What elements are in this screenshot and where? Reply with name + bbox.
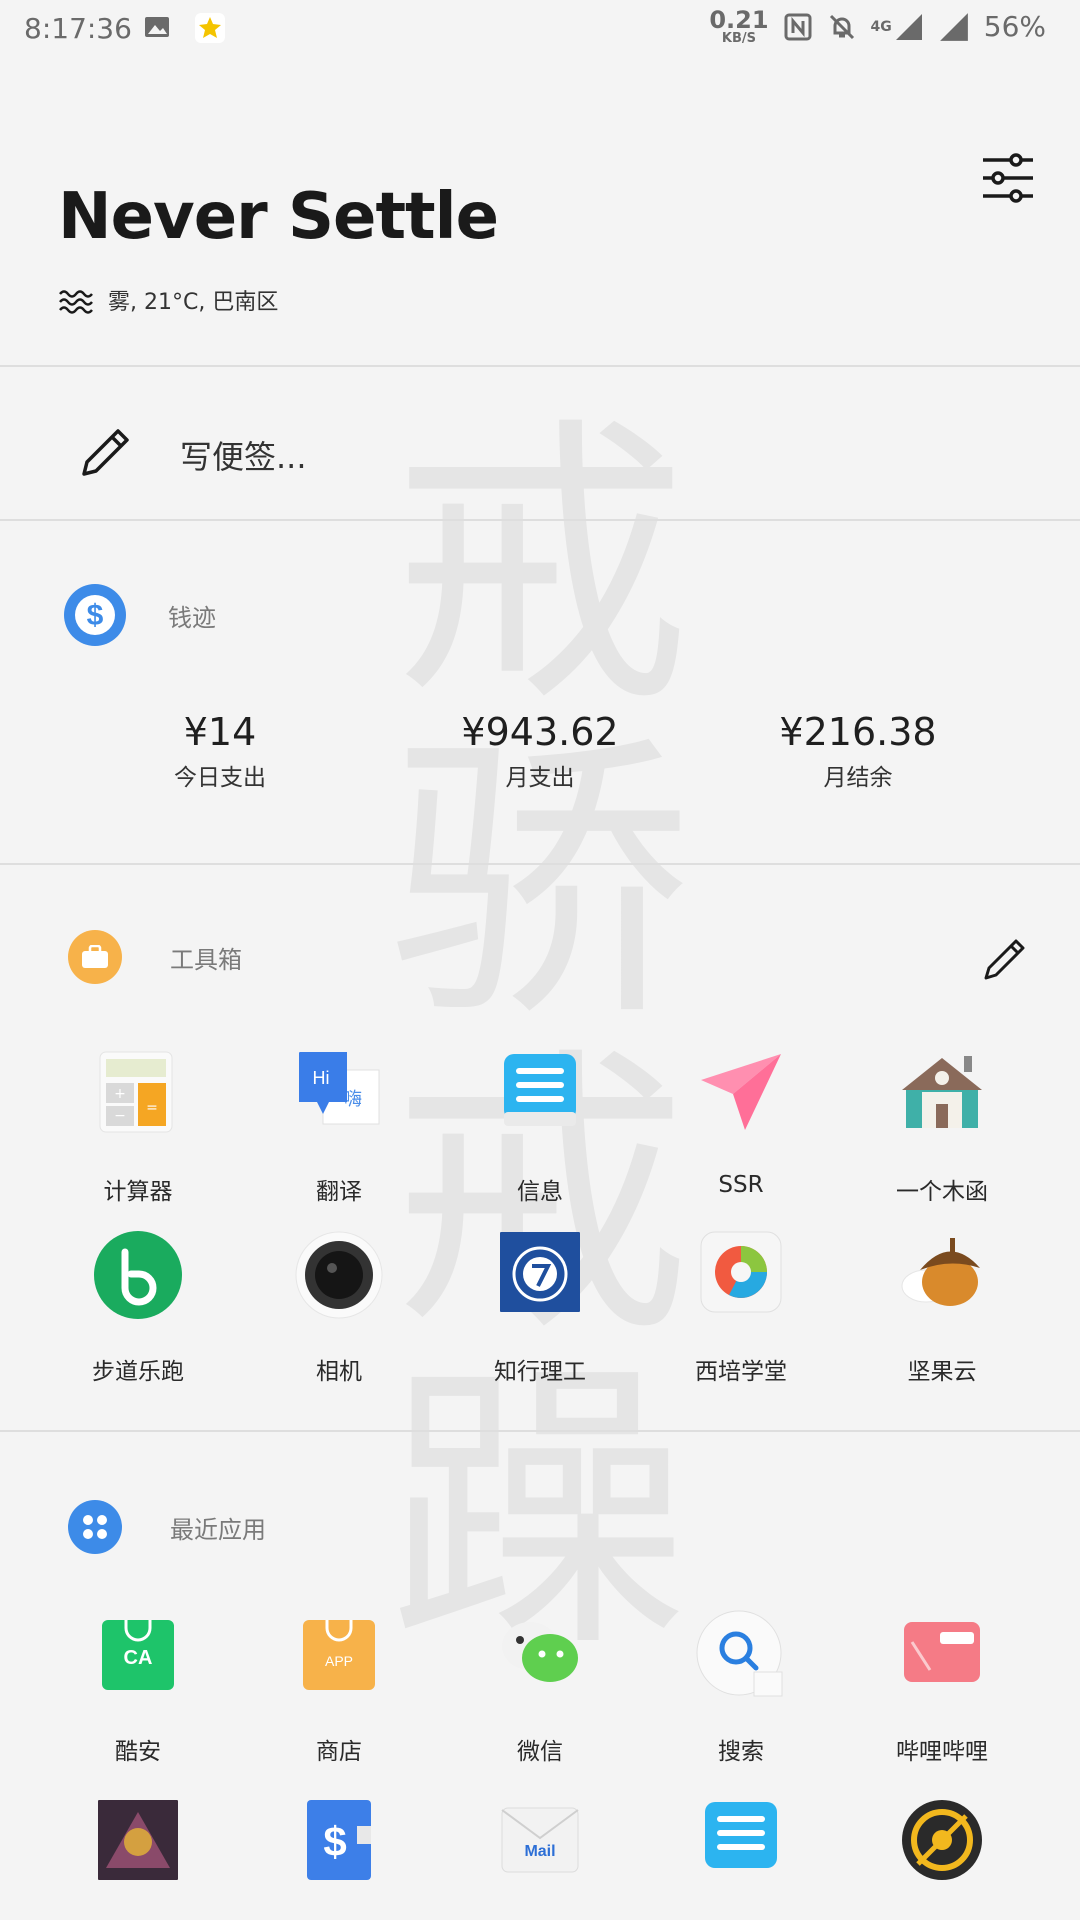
pencil-icon bbox=[82, 429, 129, 476]
university-icon bbox=[500, 1232, 580, 1312]
toolbox-title: 工具箱 bbox=[170, 945, 242, 974]
app-messages-2[interactable] bbox=[641, 1798, 841, 1886]
app-wechat[interactable]: 微信 bbox=[440, 1610, 640, 1766]
note-widget[interactable]: 写便签... bbox=[0, 380, 1080, 520]
app-game[interactable] bbox=[38, 1798, 238, 1886]
run-icon bbox=[94, 1231, 182, 1319]
page-title: Never Settle bbox=[58, 180, 499, 254]
translate-icon: 嗨 Hi bbox=[299, 1052, 380, 1125]
money-app-icon: $ bbox=[307, 1800, 371, 1880]
app-zhixing[interactable]: 知行理工 bbox=[440, 1230, 640, 1386]
coolapk-icon: CA bbox=[102, 1620, 174, 1690]
svg-text:−: − bbox=[114, 1108, 126, 1124]
app-mubox[interactable]: 一个木函 bbox=[842, 1050, 1042, 1206]
svg-text:+: + bbox=[114, 1086, 126, 1102]
toolbox-header: 工具箱 bbox=[68, 930, 242, 984]
svg-text:Mail: Mail bbox=[524, 1843, 555, 1860]
net-speed: 0.21 KB/S bbox=[709, 6, 769, 46]
messages-icon bbox=[504, 1054, 576, 1126]
money-app-icon: $ bbox=[64, 584, 126, 646]
app-messages[interactable]: 信息 bbox=[440, 1050, 640, 1206]
recent-header: 最近应用 bbox=[68, 1500, 266, 1554]
app-budao-run[interactable]: 步道乐跑 bbox=[38, 1230, 238, 1386]
game-icon bbox=[98, 1800, 178, 1880]
svg-text:Hi: Hi bbox=[313, 1068, 330, 1088]
paper-plane-icon bbox=[701, 1054, 781, 1130]
apps-grid-icon bbox=[68, 1500, 122, 1554]
svg-text:=: = bbox=[146, 1100, 158, 1116]
bilibili-icon bbox=[904, 1622, 980, 1682]
app-search[interactable]: 搜索 bbox=[641, 1610, 841, 1766]
app-bilibili[interactable]: 哔哩哔哩 bbox=[842, 1610, 1042, 1766]
dollar-icon: $ bbox=[75, 595, 115, 635]
wechat-icon bbox=[502, 1622, 578, 1682]
fog-icon bbox=[59, 290, 93, 314]
image-notification-icon bbox=[145, 17, 169, 37]
mute-bell-icon bbox=[829, 14, 854, 39]
edit-pencil-icon[interactable] bbox=[982, 934, 1030, 982]
star-notification-icon bbox=[195, 13, 225, 43]
status-bar: 8:17:36 0.21 KB/S 4G 56% bbox=[0, 0, 1080, 56]
divider bbox=[0, 863, 1080, 865]
month-expense: ¥943.62 月支出 bbox=[461, 710, 619, 791]
svg-text:$: $ bbox=[323, 1818, 346, 1865]
xipei-icon bbox=[700, 1231, 782, 1313]
target-icon bbox=[902, 1800, 982, 1880]
app-coolapk[interactable]: CA 酷安 bbox=[38, 1610, 238, 1766]
store-icon: APP bbox=[303, 1620, 375, 1690]
divider bbox=[0, 519, 1080, 521]
app-calculator[interactable]: + − = 计算器 bbox=[38, 1050, 238, 1206]
money-widget-header[interactable]: $ 钱迹 bbox=[64, 584, 216, 646]
weather-text: 雾, 21°C, 巴南区 bbox=[108, 290, 279, 315]
money-title: 钱迹 bbox=[168, 603, 216, 632]
camera-icon bbox=[295, 1231, 383, 1319]
background-watermark: 戒骄戒躁 bbox=[390, 393, 690, 1687]
month-balance: ¥216.38 月结余 bbox=[779, 710, 937, 791]
nfc-icon bbox=[784, 13, 812, 40]
svg-text:$: $ bbox=[87, 599, 104, 632]
cell-signal-icon bbox=[939, 12, 968, 41]
status-time: 8:17:36 bbox=[24, 12, 132, 45]
recent-title: 最近应用 bbox=[170, 1515, 266, 1544]
svg-text:CA: CA bbox=[124, 1647, 153, 1669]
svg-text:APP: APP bbox=[325, 1653, 353, 1669]
app-store[interactable]: APP 商店 bbox=[239, 1610, 439, 1766]
mail-icon: Mail bbox=[501, 1807, 579, 1873]
app-translate[interactable]: 嗨 Hi 翻译 bbox=[239, 1050, 439, 1206]
app-camera[interactable]: 相机 bbox=[239, 1230, 439, 1386]
search-icon bbox=[696, 1610, 783, 1697]
note-placeholder: 写便签... bbox=[180, 438, 307, 476]
divider bbox=[0, 1430, 1080, 1432]
app-xipei[interactable]: 西培学堂 bbox=[641, 1230, 841, 1386]
app-ssr[interactable]: SSR bbox=[641, 1050, 841, 1198]
app-jianguoyun[interactable]: 坚果云 bbox=[842, 1230, 1042, 1386]
cell-signal-1: 4G bbox=[871, 12, 924, 42]
briefcase-icon bbox=[68, 930, 122, 984]
today-expense: ¥14 今日支出 bbox=[174, 710, 266, 791]
weather-info: 雾, 21°C, 巴南区 bbox=[58, 284, 278, 316]
house-icon bbox=[902, 1056, 982, 1128]
calculator-icon: + − = bbox=[99, 1051, 173, 1133]
divider bbox=[0, 365, 1080, 367]
app-money[interactable]: $ bbox=[239, 1798, 439, 1886]
acorn-icon bbox=[901, 1238, 980, 1306]
settings-sliders-icon[interactable] bbox=[980, 150, 1036, 206]
battery-level: 56% bbox=[983, 10, 1046, 43]
messages-icon bbox=[705, 1802, 777, 1868]
app-target[interactable] bbox=[842, 1798, 1042, 1886]
app-mail[interactable]: Mail bbox=[440, 1798, 640, 1886]
